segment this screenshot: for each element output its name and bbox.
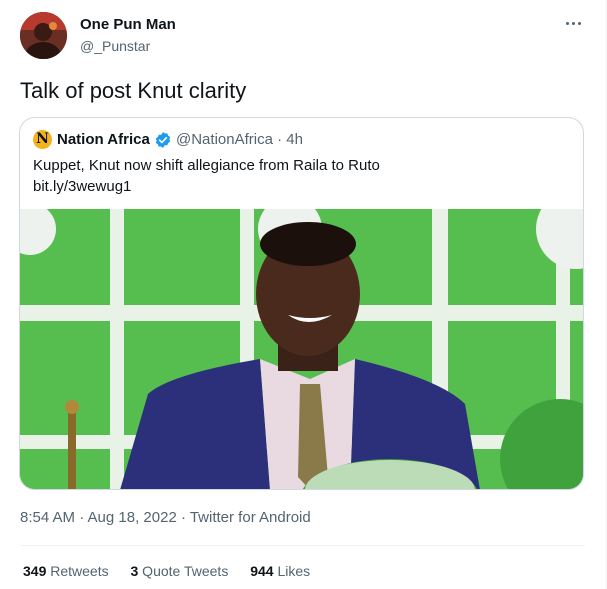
retweets-count: 349	[23, 563, 47, 579]
author-handle[interactable]: @_Punstar	[80, 38, 150, 54]
likes-label: Likes	[273, 563, 311, 579]
quoted-avatar: N	[33, 130, 52, 149]
user-avatar[interactable]	[20, 12, 67, 59]
quoted-handle-time: @NationAfrica · 4h	[176, 131, 303, 148]
tweet-timestamp-source[interactable]: 8:54 AM · Aug 18, 2022 · Twitter for And…	[20, 509, 311, 526]
quote-tweets-label: Quote Tweets	[138, 563, 229, 579]
retweets-label: Retweets	[46, 563, 109, 579]
more-horizontal-icon[interactable]	[563, 15, 585, 31]
likes-stat[interactable]: 944 Likes	[250, 563, 310, 579]
quote-tweets-stat[interactable]: 3 Quote Tweets	[131, 563, 229, 579]
likes-count: 944	[250, 563, 274, 579]
quoted-author-name: Nation Africa	[57, 131, 150, 148]
tweet-text: Talk of post Knut clarity	[20, 78, 247, 103]
retweets-stat[interactable]: 349 Retweets	[23, 563, 109, 579]
quoted-tweet-text: Kuppet, Knut now shift allegiance from R…	[33, 157, 380, 174]
quoted-tweet-card[interactable]: N Nation Africa @NationAfrica · 4h Kuppe…	[19, 117, 584, 490]
verified-badge-icon	[155, 132, 171, 148]
engagement-stats: 349 Retweets 3 Quote Tweets 944 Likes	[23, 563, 328, 579]
quoted-tweet-photo[interactable]	[20, 209, 583, 490]
divider	[20, 545, 585, 546]
author-name[interactable]: One Pun Man	[80, 16, 176, 33]
quoted-tweet-link[interactable]: bit.ly/3wewug1	[33, 177, 131, 197]
